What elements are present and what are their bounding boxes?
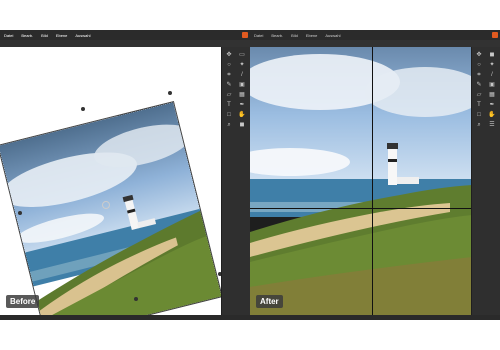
left-menubar: Datei Bearb. Bild Ebene Auswahl: [0, 30, 250, 40]
eraser-tool-icon[interactable]: ▱: [224, 91, 234, 99]
lighthouse-photo-before: [0, 102, 222, 320]
left-canvas[interactable]: [0, 47, 222, 320]
pen-tool-icon[interactable]: ✒: [237, 101, 247, 109]
eraser-tool-icon[interactable]: ▱: [474, 91, 484, 99]
horizontal-guide-line[interactable]: [250, 208, 472, 209]
menu-layer[interactable]: Ebene: [56, 33, 68, 38]
transform-handle[interactable]: [81, 107, 85, 111]
eyedropper-tool-icon[interactable]: /: [487, 71, 497, 79]
right-editor-window: Datei Bearb. Bild Ebene Auswahl ✥ ◼ ○ ✦ …: [250, 30, 500, 320]
gradient-tool-icon[interactable]: ▦: [487, 91, 497, 99]
eyedropper-tool-icon[interactable]: /: [237, 71, 247, 79]
vertical-guide-line[interactable]: [372, 47, 373, 315]
gradient-tool-icon[interactable]: ▦: [237, 91, 247, 99]
lighthouse-photo-after: [250, 47, 485, 315]
menu-layer[interactable]: Ebene: [306, 33, 318, 38]
zoom-tool-icon[interactable]: ⌕: [474, 121, 484, 129]
swatch-icon[interactable]: ◼: [487, 51, 497, 59]
menu-image[interactable]: Bild: [291, 33, 298, 38]
zoom-tool-icon[interactable]: ⌕: [224, 121, 234, 129]
wand-tool-icon[interactable]: ✦: [487, 61, 497, 69]
menu-image[interactable]: Bild: [41, 33, 48, 38]
after-badge: After: [256, 295, 283, 308]
crop-tool-icon[interactable]: ⌗: [224, 71, 234, 79]
menu-edit[interactable]: Bearb.: [21, 33, 33, 38]
brush-tool-icon[interactable]: ✎: [474, 81, 484, 89]
shape-tool-icon[interactable]: □: [474, 111, 484, 119]
brush-tool-icon[interactable]: ✎: [224, 81, 234, 89]
transform-handle[interactable]: [168, 91, 172, 95]
layers-icon[interactable]: ☰: [487, 121, 497, 129]
stamp-tool-icon[interactable]: ▣: [237, 81, 247, 89]
right-menubar: Datei Bearb. Bild Ebene Auswahl: [250, 30, 500, 40]
transform-handle[interactable]: [134, 297, 138, 301]
menu-file[interactable]: Datei: [254, 33, 263, 38]
menu-select[interactable]: Auswahl: [325, 33, 340, 38]
hand-tool-icon[interactable]: ✋: [237, 111, 247, 119]
move-tool-icon[interactable]: ✥: [224, 51, 234, 59]
left-tools-panel: ✥ ▭ ○ ✦ ⌗ / ✎ ▣ ▱ ▦ T ✒ □ ✋ ⌕ ◼: [221, 47, 250, 315]
stamp-tool-icon[interactable]: ▣: [487, 81, 497, 89]
close-icon[interactable]: [492, 32, 498, 38]
text-tool-icon[interactable]: T: [224, 101, 234, 109]
hand-tool-icon[interactable]: ✋: [487, 111, 497, 119]
right-tools-panel: ✥ ◼ ○ ✦ ⌗ / ✎ ▣ ▱ ▦ T ✒ □ ✋ ⌕ ☰: [471, 47, 500, 315]
pen-tool-icon[interactable]: ✒: [487, 101, 497, 109]
lasso-tool-icon[interactable]: ○: [474, 61, 484, 69]
menu-file[interactable]: Datei: [4, 33, 13, 38]
select-tool-icon[interactable]: ▭: [237, 51, 247, 59]
crop-tool-icon[interactable]: ⌗: [474, 71, 484, 79]
close-icon[interactable]: [242, 32, 248, 38]
rotated-photo[interactable]: [0, 102, 222, 320]
rotation-center-handle[interactable]: [102, 201, 110, 209]
menu-edit[interactable]: Bearb.: [271, 33, 283, 38]
wand-tool-icon[interactable]: ✦: [237, 61, 247, 69]
right-canvas[interactable]: [250, 47, 485, 315]
left-editor-window: Datei Bearb. Bild Ebene Auswahl ✥ ▭ ○ ✦ …: [0, 30, 250, 320]
before-badge: Before: [6, 295, 40, 308]
swatch-icon[interactable]: ◼: [237, 121, 247, 129]
text-tool-icon[interactable]: T: [474, 101, 484, 109]
left-status-bar: [0, 315, 250, 320]
shape-tool-icon[interactable]: □: [224, 111, 234, 119]
transform-handle[interactable]: [18, 211, 22, 215]
menu-select[interactable]: Auswahl: [75, 33, 90, 38]
move-tool-icon[interactable]: ✥: [474, 51, 484, 59]
lasso-tool-icon[interactable]: ○: [224, 61, 234, 69]
right-status-bar: [250, 315, 500, 320]
